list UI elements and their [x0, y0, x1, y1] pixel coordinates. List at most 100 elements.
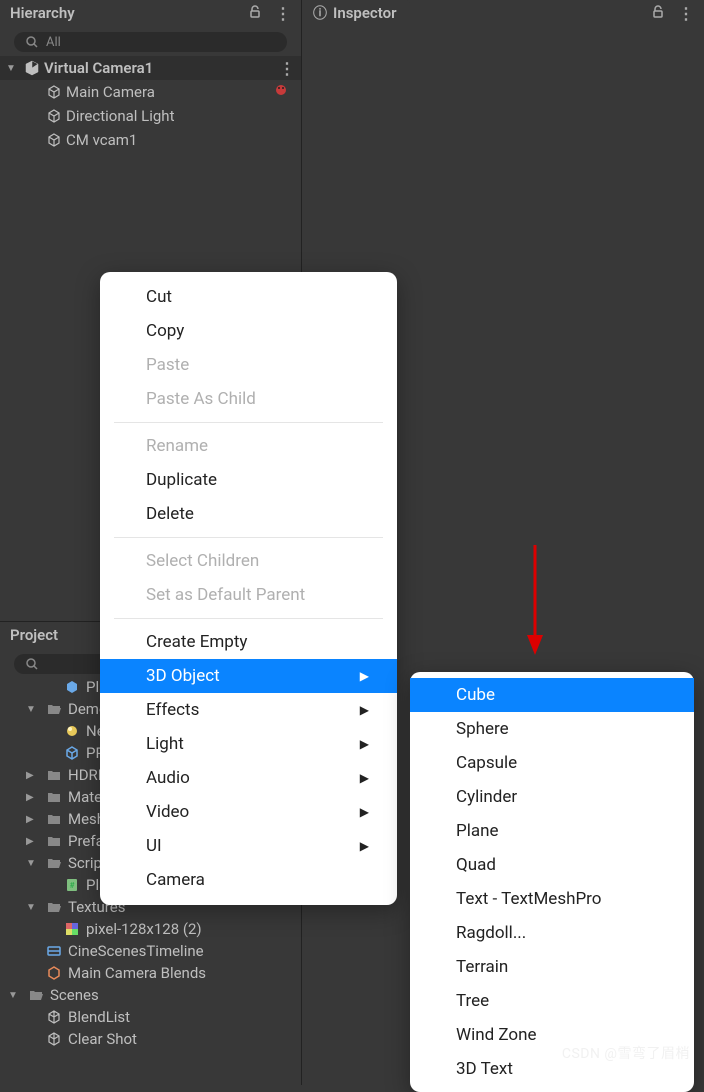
project-item[interactable]: CineScenesTimeline [0, 940, 301, 962]
inspector-tab[interactable]: Inspector [303, 0, 410, 29]
lock-icon[interactable] [650, 4, 666, 24]
watermark: CSDN @雪弯了眉梢 [562, 1043, 690, 1063]
menu-item-delete[interactable]: Delete [100, 497, 397, 531]
submenu-item-capsule[interactable]: Capsule [410, 746, 694, 780]
inspector-header: Inspector [303, 0, 704, 28]
menu-item-label: Set as Default Parent [146, 585, 305, 605]
hierarchy-tab-label: Hierarchy [10, 4, 75, 22]
submenu-item-label: Capsule [456, 753, 517, 773]
bug-icon [273, 82, 289, 102]
project-item-label: BlendList [68, 1008, 130, 1026]
menu-item-copy[interactable]: Copy [100, 314, 397, 348]
toggle-icon[interactable]: ▼ [8, 990, 22, 1001]
menu-item-3d-object[interactable]: 3D Object ▶ [100, 659, 397, 693]
submenu-item-quad[interactable]: Quad [410, 848, 694, 882]
hierarchy-item-label: CM vcam1 [66, 131, 137, 149]
menu-item-audio[interactable]: Audio ▶ [100, 761, 397, 795]
hierarchy-search-input[interactable]: All [14, 32, 287, 52]
menu-item-label: Camera [146, 870, 205, 890]
project-item[interactable]: ▼ Scenes [0, 984, 301, 1006]
toggle-icon[interactable]: ▼ [26, 902, 40, 913]
submenu-item-plane[interactable]: Plane [410, 814, 694, 848]
menu-item-label: Delete [146, 504, 194, 524]
submenu-arrow-icon: ▶ [360, 703, 369, 717]
toggle-icon[interactable]: ▼ [6, 63, 20, 74]
toggle-icon[interactable]: ▶ [26, 770, 40, 781]
toggle-icon[interactable]: ▶ [26, 792, 40, 803]
toggle-icon[interactable]: ▶ [26, 836, 40, 847]
project-item-label: Main Camera Blends [68, 964, 206, 982]
hierarchy-item[interactable]: Directional Light [0, 104, 301, 128]
arrow-annotation [520, 540, 550, 660]
project-item[interactable]: BlendList [0, 1006, 301, 1028]
submenu-arrow-icon: ▶ [360, 669, 369, 683]
toggle-icon[interactable]: ▼ [26, 704, 40, 715]
menu-separator [114, 618, 383, 619]
menu-separator [114, 537, 383, 538]
menu-item-light[interactable]: Light ▶ [100, 727, 397, 761]
menu-item-camera[interactable]: Camera [100, 863, 397, 897]
menu-item-set-as-default-parent: Set as Default Parent [100, 578, 397, 612]
hierarchy-item[interactable]: Main Camera [0, 80, 301, 104]
hierarchy-item[interactable]: CM vcam1 [0, 128, 301, 152]
scene-name: Virtual Camera1 [44, 59, 153, 77]
submenu-item-cylinder[interactable]: Cylinder [410, 780, 694, 814]
menu-item-label: Duplicate [146, 470, 217, 490]
submenu-item-cube[interactable]: Cube [410, 678, 694, 712]
submenu-arrow-icon: ▶ [360, 737, 369, 751]
menu-item-duplicate[interactable]: Duplicate [100, 463, 397, 497]
submenu-arrow-icon: ▶ [360, 839, 369, 853]
project-item-label: Scenes [50, 986, 99, 1004]
menu-item-label: Audio [146, 768, 190, 788]
info-icon [313, 3, 333, 23]
menu-item-label: Cut [146, 287, 172, 307]
submenu-item-label: Quad [456, 855, 496, 875]
submenu-item-label: Text - TextMeshPro [456, 889, 601, 909]
scene-menu-icon[interactable] [279, 59, 295, 78]
submenu-item-text-textmeshpro[interactable]: Text - TextMeshPro [410, 882, 694, 916]
menu-item-label: Select Children [146, 551, 259, 571]
hierarchy-item-label: Directional Light [66, 107, 174, 125]
submenu-item-label: Cube [456, 685, 495, 705]
menu-item-paste: Paste [100, 348, 397, 382]
menu-item-label: Paste As Child [146, 389, 256, 409]
toggle-icon[interactable]: ▼ [26, 858, 40, 869]
submenu-arrow-icon: ▶ [360, 771, 369, 785]
menu-item-ui[interactable]: UI▶ [100, 829, 397, 863]
project-item-label: Clear Shot [68, 1030, 137, 1048]
toggle-icon[interactable]: ▶ [26, 814, 40, 825]
hierarchy-search-row: All [0, 28, 301, 56]
menu-icon[interactable] [678, 4, 694, 24]
menu-item-create-empty[interactable]: Create Empty [100, 625, 397, 659]
submenu-item-tree[interactable]: Tree [410, 984, 694, 1018]
menu-item-effects[interactable]: Effects ▶ [100, 693, 397, 727]
menu-item-label: Video [146, 802, 189, 822]
menu-icon[interactable] [275, 4, 291, 24]
project-item[interactable]: Main Camera Blends [0, 962, 301, 984]
menu-item-label: 3D Object [146, 666, 220, 686]
search-icon [24, 34, 40, 50]
inspector-tab-label: Inspector [333, 4, 396, 22]
menu-item-label: Light [146, 734, 184, 754]
submenu-item-label: Plane [456, 821, 499, 841]
hierarchy-scene-row[interactable]: ▼ Virtual Camera1 [0, 56, 301, 80]
menu-item-video[interactable]: Video ▶ [100, 795, 397, 829]
project-item[interactable]: Clear Shot [0, 1028, 301, 1050]
menu-item-label: Paste [146, 355, 189, 375]
submenu-item-sphere[interactable]: Sphere [410, 712, 694, 746]
menu-item-label: Effects [146, 700, 199, 720]
submenu-item-ragdoll-[interactable]: Ragdoll... [410, 916, 694, 950]
project-item-label: Prefa [68, 832, 104, 850]
menu-item-select-children: Select Children [100, 544, 397, 578]
hierarchy-tab[interactable]: Hierarchy [0, 0, 89, 28]
context-submenu: Cube Sphere Capsule Cylinder Plane Quad Text -… [410, 672, 694, 1092]
lock-icon[interactable] [247, 4, 263, 24]
submenu-item-terrain[interactable]: Terrain [410, 950, 694, 984]
project-tab[interactable]: Project [0, 622, 72, 650]
submenu-arrow-icon: ▶ [360, 805, 369, 819]
svg-text:#: # [70, 881, 75, 890]
project-item[interactable]: pixel-128x128 (2) [0, 918, 301, 940]
menu-item-cut[interactable]: Cut [100, 280, 397, 314]
submenu-item-label: Wind Zone [456, 1025, 537, 1045]
submenu-item-label: Ragdoll... [456, 923, 526, 943]
